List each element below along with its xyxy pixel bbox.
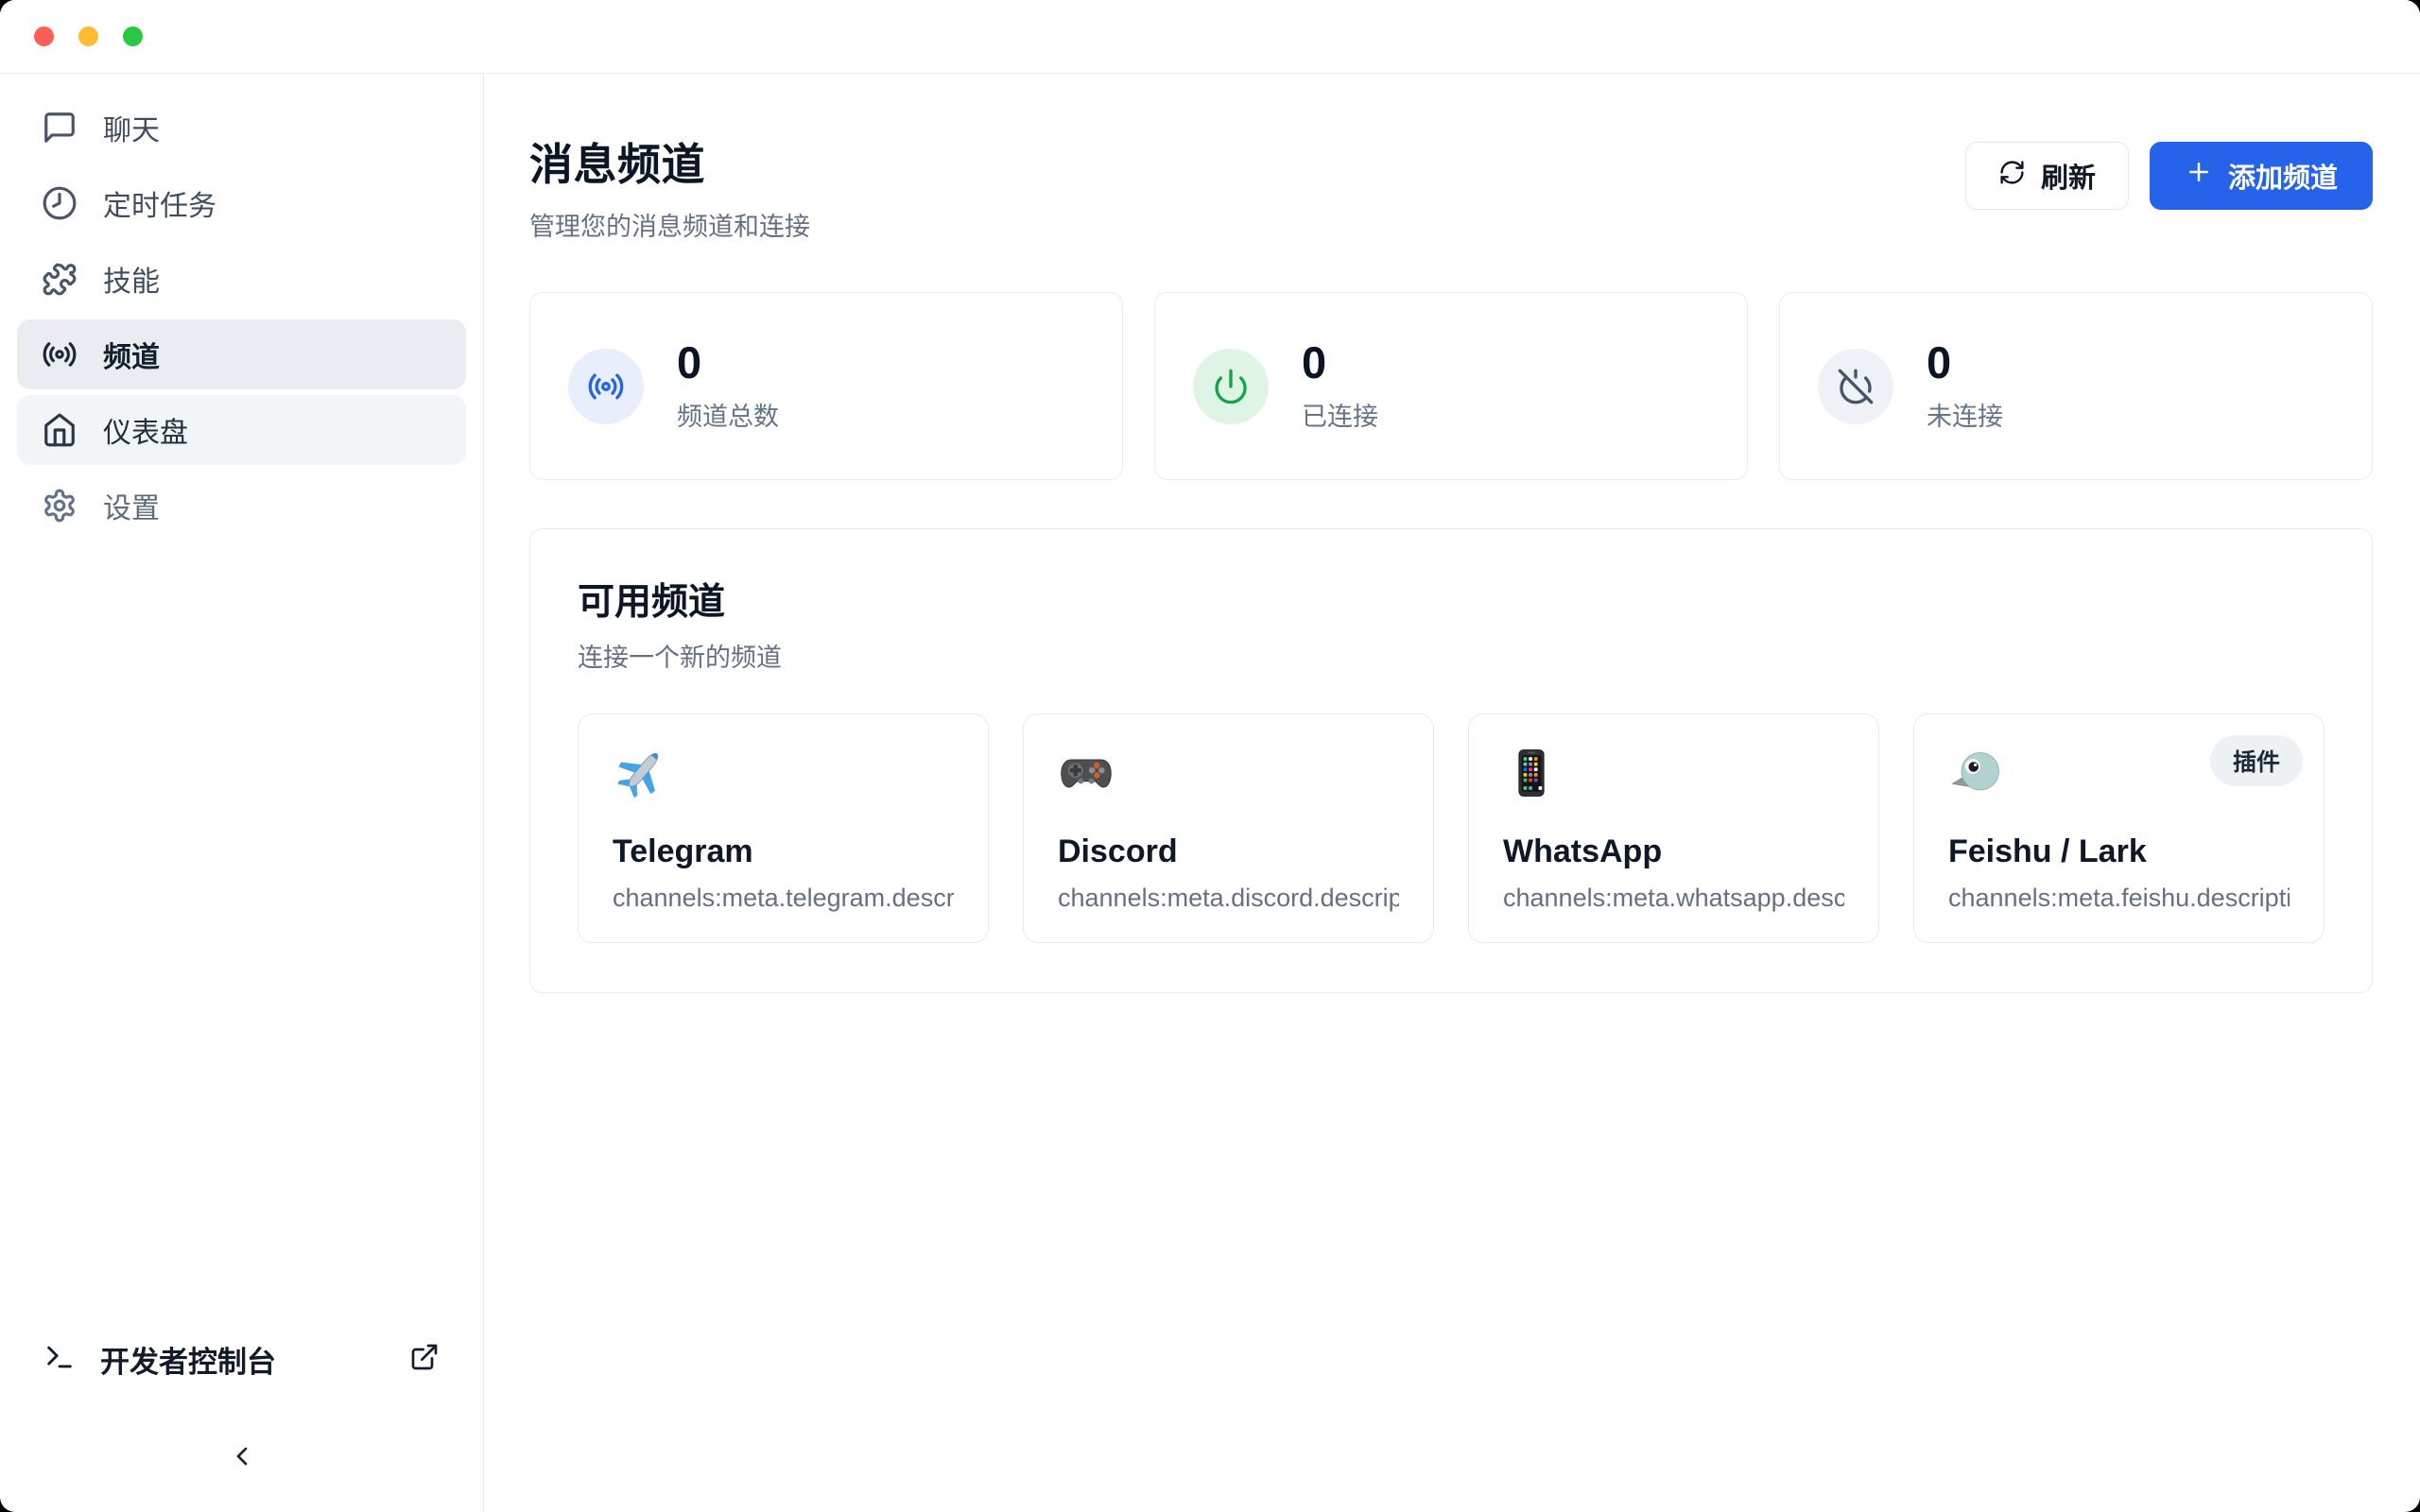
chat-bubble-icon (42, 110, 78, 146)
stat-value: 0 (677, 340, 779, 385)
refresh-button[interactable]: 刷新 (1965, 142, 2129, 210)
sidebar-item-频道[interactable]: 频道 (17, 319, 466, 389)
available-channels-section: 可用频道 连接一个新的频道 Telegram channels:meta.tele… (529, 528, 2373, 993)
sidebar-item-聊天[interactable]: 聊天 (17, 93, 466, 163)
page-title: 消息频道 (529, 130, 810, 193)
power-icon (1193, 349, 1269, 424)
channel-name: Telegram (613, 833, 954, 870)
mobile-phone-emoji (1503, 745, 1560, 801)
app-window: 聊天定时任务技能频道仪表盘设置 开发者控制台 消息频道 (0, 0, 2420, 1512)
channel-card-Feishu / Lark[interactable]: 插件 Feishu / Lark channels:meta.feishu.desc… (1913, 713, 2325, 943)
page-subtitle: 管理您的消息频道和连接 (529, 206, 810, 243)
page-header-text: 消息频道 管理您的消息频道和连接 (529, 130, 810, 243)
power-off-icon (1818, 349, 1893, 424)
channel-card-WhatsApp[interactable]: WhatsApp channels:meta.whatsapp.descripti… (1468, 713, 1879, 943)
add-channel-button[interactable]: 添加频道 (2150, 142, 2373, 210)
sidebar-item-label: 技能 (103, 258, 160, 300)
airplane-emoji (613, 745, 669, 801)
channel-name: Discord (1058, 833, 1399, 870)
channel-card-Discord[interactable]: Discord channels:meta.discord.description (1023, 713, 1434, 943)
external-link-icon[interactable] (409, 1342, 440, 1377)
channel-description: channels:meta.discord.description (1058, 884, 1399, 913)
refresh-icon (1998, 159, 2026, 194)
sidebar-item-label: 聊天 (103, 107, 160, 148)
channel-card-Telegram[interactable]: Telegram channels:meta.telegram.descripti… (578, 713, 989, 943)
developer-console-link[interactable]: 开发者控制台 (17, 1334, 466, 1383)
channels-page: 消息频道 管理您的消息频道和连接 刷新 添加频道 0 频道总数 0 已连接 0 未连接 (484, 74, 2420, 1512)
sidebar-item-仪表盘[interactable]: 仪表盘 (17, 395, 466, 465)
puzzle-icon (42, 261, 78, 297)
stat-value: 0 (1927, 340, 2003, 385)
traffic-lights (34, 26, 143, 46)
channel-name: Feishu / Lark (1948, 833, 2290, 870)
plugin-badge: 插件 (2210, 735, 2303, 786)
channel-description: channels:meta.feishu.description (1948, 884, 2290, 913)
plus-icon (2185, 158, 2213, 194)
available-channels-subtitle: 连接一个新的频道 (578, 637, 2325, 674)
sidebar-item-技能[interactable]: 技能 (17, 244, 466, 314)
stat-label: 已连接 (1302, 396, 1378, 433)
zoom-button[interactable] (123, 26, 143, 46)
header-actions: 刷新 添加频道 (1965, 142, 2373, 210)
channel-description: channels:meta.whatsapp.description (1503, 884, 1844, 913)
broadcast-icon (42, 336, 78, 372)
sidebar-collapse-button[interactable] (216, 1436, 268, 1478)
channel-name: WhatsApp (1503, 833, 1844, 870)
stat-card-已连接: 0 已连接 (1154, 292, 1748, 480)
sidebar-footer: 开发者控制台 (17, 1334, 466, 1478)
sidebar-nav: 聊天定时任务技能频道仪表盘设置 (17, 93, 466, 546)
sidebar: 聊天定时任务技能频道仪表盘设置 开发者控制台 (0, 74, 484, 1512)
sidebar-item-label: 频道 (103, 334, 160, 375)
clock-icon (42, 185, 78, 221)
sidebar-item-设置[interactable]: 设置 (17, 471, 466, 541)
window-titlebar (0, 0, 2420, 74)
minimize-button[interactable] (78, 26, 98, 46)
stat-label: 频道总数 (677, 396, 779, 433)
channels-grid: Telegram channels:meta.telegram.descripti… (578, 713, 2325, 943)
sidebar-item-label: 仪表盘 (103, 409, 188, 451)
sidebar-item-label: 设置 (103, 485, 160, 526)
stat-card-未连接: 0 未连接 (1779, 292, 2373, 480)
broadcast-icon (568, 349, 644, 424)
chevron-left-icon (227, 1441, 257, 1474)
stat-card-频道总数: 0 频道总数 (529, 292, 1123, 480)
available-channels-title: 可用频道 (578, 573, 2325, 626)
refresh-button-label: 刷新 (2041, 156, 2096, 196)
home-icon (42, 412, 78, 448)
terminal-icon (43, 1341, 76, 1378)
gamepad-emoji (1058, 745, 1115, 801)
stat-value: 0 (1302, 340, 1378, 385)
bird-emoji (1948, 745, 2005, 801)
page-header: 消息频道 管理您的消息频道和连接 刷新 添加频道 (529, 130, 2373, 243)
add-channel-button-label: 添加频道 (2228, 156, 2338, 196)
sidebar-item-label: 定时任务 (103, 182, 216, 224)
gear-icon (42, 488, 78, 524)
stats-row: 0 频道总数 0 已连接 0 未连接 (529, 292, 2373, 480)
channel-description: channels:meta.telegram.description (613, 884, 954, 913)
sidebar-item-定时任务[interactable]: 定时任务 (17, 168, 466, 238)
app-body: 聊天定时任务技能频道仪表盘设置 开发者控制台 消息频道 (0, 74, 2420, 1512)
close-button[interactable] (34, 26, 54, 46)
stat-label: 未连接 (1927, 396, 2003, 433)
developer-console-label: 开发者控制台 (100, 1338, 276, 1381)
